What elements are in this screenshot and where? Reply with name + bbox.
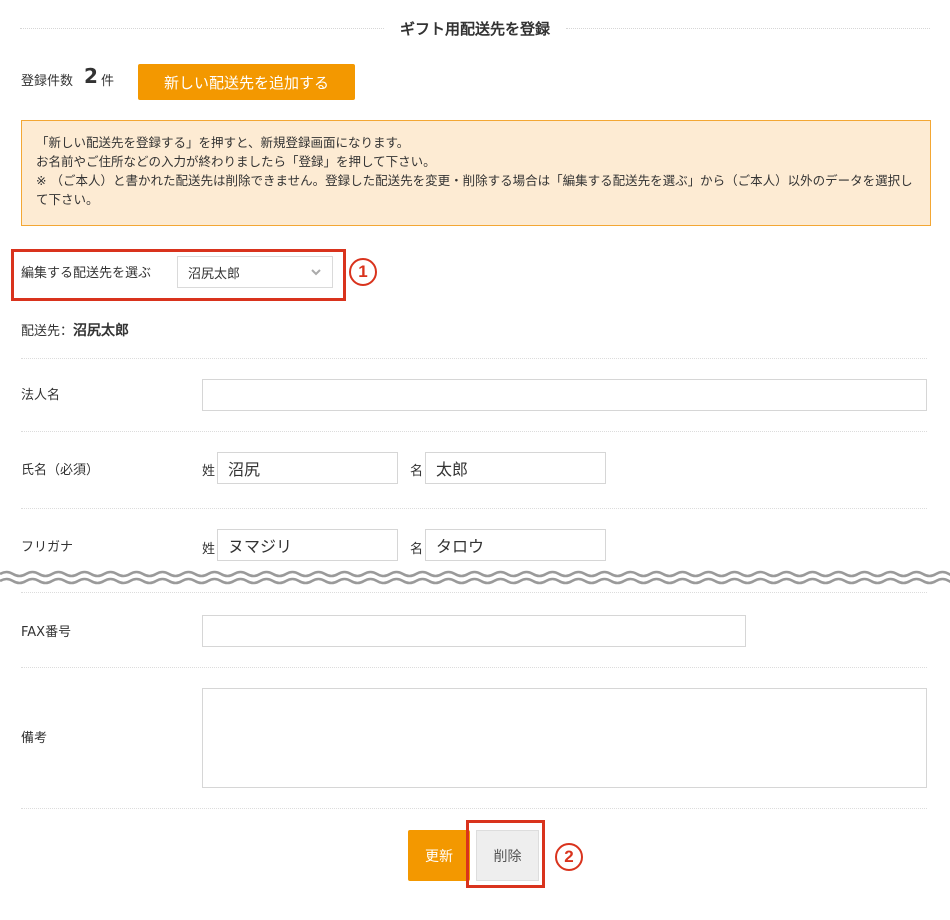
destination-name: 沼尻太郎 [73, 323, 130, 339]
first-kana-label: 名 [410, 542, 424, 557]
last-name-label: 姓 [202, 464, 216, 479]
annotation-badge-1: 1 [349, 258, 377, 286]
registered-count-unit: 件 [101, 74, 115, 89]
destination-selector-label: 編集する配送先を選ぶ [21, 266, 152, 281]
fax-label: FAX番号 [21, 625, 72, 640]
last-kana-input[interactable] [217, 529, 398, 561]
notice-line: ※ （ご本人）と書かれた配送先は削除できません。登録した配送先を変更・削除する場… [36, 173, 913, 207]
divider [21, 592, 927, 593]
page-title-row: ギフト用配送先を登録 [20, 10, 931, 46]
registered-count-value: 2 [84, 64, 98, 88]
first-name-label: 名 [410, 464, 424, 479]
delete-button[interactable]: 削除 [476, 830, 539, 881]
title-rule-right [566, 27, 931, 29]
chevron-down-icon [311, 269, 321, 276]
company-label: 法人名 [21, 388, 61, 403]
fax-input[interactable] [202, 615, 746, 647]
update-button[interactable]: 更新 [408, 830, 470, 881]
add-new-destination-button[interactable]: 新しい配送先を追加する [138, 64, 355, 100]
notice-line: お名前やご住所などの入力が終わりましたら「登録」を押して下さい。 [36, 154, 436, 169]
divider [21, 508, 927, 509]
divider [21, 431, 927, 432]
last-name-input[interactable] [217, 452, 398, 484]
destination-select[interactable]: 沼尻太郎 [177, 256, 333, 288]
first-kana-input[interactable] [425, 529, 606, 561]
company-input[interactable] [202, 379, 927, 411]
name-label: 氏名（必須） [21, 463, 100, 478]
registered-count-label: 登録件数 [21, 74, 74, 89]
memo-label: 備考 [21, 731, 48, 746]
page-title: ギフト用配送先を登録 [400, 19, 551, 38]
divider [21, 667, 927, 668]
title-rule-left [20, 27, 384, 29]
omission-wave-divider [0, 570, 950, 585]
destination-heading: 配送先：沼尻太郎 [21, 320, 129, 340]
divider [21, 808, 927, 809]
destination-select-value: 沼尻太郎 [188, 266, 241, 282]
annotation-badge-2: 2 [555, 843, 583, 871]
instruction-notice: 「新しい配送先を登録する」を押すと、新規登録画面になります。 お名前やご住所など… [21, 120, 931, 226]
first-name-input[interactable] [425, 452, 606, 484]
notice-line: 「新しい配送先を登録する」を押すと、新規登録画面になります。 [36, 135, 410, 150]
memo-textarea[interactable] [202, 688, 927, 788]
divider [21, 358, 927, 359]
last-kana-label: 姓 [202, 542, 216, 557]
destination-prefix: 配送先： [21, 324, 74, 339]
kana-label: フリガナ [21, 540, 74, 555]
